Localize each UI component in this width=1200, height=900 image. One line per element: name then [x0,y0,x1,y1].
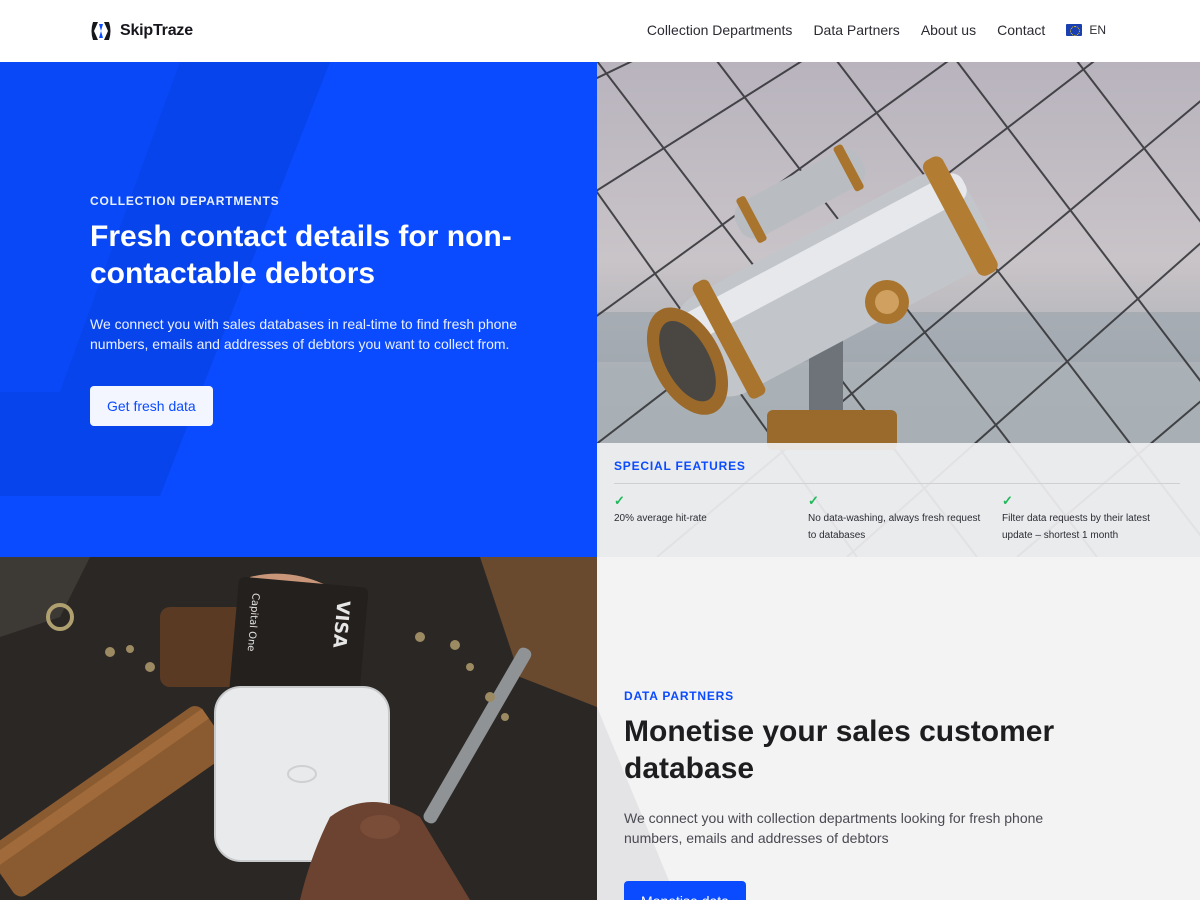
hero-background-shape [0,62,330,496]
check-icon: ✓ [614,493,625,508]
hero-title: Fresh contact details for non-contactabl… [90,220,512,290]
language-label: EN [1089,23,1106,37]
nav-link-contact[interactable]: Contact [997,22,1045,38]
special-features-panel: SPECIAL FEATURES ✓ 20% average hit-rate … [597,443,1200,557]
check-icon: ✓ [1002,493,1013,508]
partners-title: Monetise your sales customer database [624,715,1055,785]
brand-logo[interactable]: SkipTraze [90,20,193,42]
nav-link-data-partners[interactable]: Data Partners [813,22,899,38]
hero-description: We connect you with sales databases in r… [90,316,517,352]
language-switcher[interactable]: EN [1066,23,1106,37]
feature-text: No data-washing, always fresh request to… [808,513,981,541]
nav-link-about-us[interactable]: About us [921,22,976,38]
features-eyebrow: SPECIAL FEATURES [614,459,746,473]
feature-text: 20% average hit-rate [614,513,707,524]
nav-link-collection-departments[interactable]: Collection Departments [647,22,793,38]
card-network-label: VISA [328,600,353,649]
data-partners-section: DATA PARTNERS Monetise your sales custom… [597,557,1200,900]
hero-eyebrow: COLLECTION DEPARTMENTS [90,194,280,208]
eu-flag-icon [1066,24,1083,36]
features-divider [614,483,1180,484]
feature-text: Filter data requests by their latest upd… [1002,513,1150,541]
top-navigation: SkipTraze Collection Departments Data Pa… [0,0,1200,62]
feature-item: ✓ Filter data requests by their latest u… [1002,493,1177,544]
feature-item: ✓ No data-washing, always fresh request … [808,493,983,544]
feature-item: ✓ 20% average hit-rate [614,493,789,527]
card-payment-photo: VISA Capital One [0,557,597,900]
get-fresh-data-button[interactable]: Get fresh data [90,386,213,426]
partners-eyebrow: DATA PARTNERS [624,689,734,703]
logo-mark-icon [91,22,111,40]
check-icon: ✓ [808,493,819,508]
nav-links: Collection Departments Data Partners Abo… [626,22,1106,38]
brand-name: SkipTraze [120,22,193,39]
hero-section: COLLECTION DEPARTMENTS Fresh contact det… [0,62,597,557]
monetise-data-button[interactable]: Monetise data [624,881,746,900]
card-payment-illustration: VISA Capital One [0,557,597,900]
partners-description: We connect you with collection departmen… [624,810,1044,846]
